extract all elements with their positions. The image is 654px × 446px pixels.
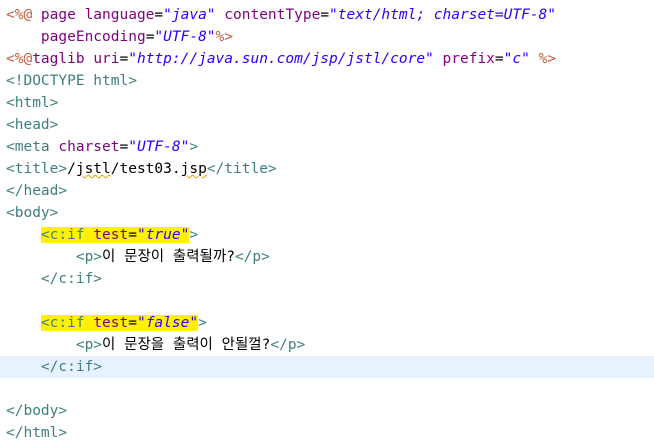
code-token: =: [320, 7, 330, 23]
code-token: pageEncoding: [6, 29, 146, 45]
code-token: uri: [93, 51, 120, 67]
code-token: /test03.: [110, 161, 181, 177]
code-token: <p>: [6, 249, 103, 265]
code-token: /: [67, 161, 76, 177]
code-line[interactable]: </c:if>: [6, 268, 654, 290]
code-token: >: [189, 139, 199, 155]
code-editor[interactable]: <%@ page language="java" contentType="te…: [0, 0, 654, 446]
code-line[interactable]: </head>: [6, 180, 654, 202]
code-token: =: [119, 51, 129, 67]
code-line[interactable]: <title>/jstl/test03.jsp</title>: [6, 158, 654, 180]
code-token: language: [84, 7, 155, 23]
code-token: =: [119, 139, 129, 155]
code-line[interactable]: <html>: [6, 92, 654, 114]
code-line[interactable]: pageEncoding="UTF-8"%>: [6, 26, 654, 48]
code-line[interactable]: </html>: [6, 422, 654, 444]
code-token: <meta: [6, 139, 59, 155]
code-token: =: [128, 227, 137, 243]
code-token: >: [189, 227, 199, 243]
code-token: contentType: [215, 7, 321, 23]
code-token: "c": [503, 51, 530, 67]
code-line[interactable]: <p>이 문장을 출력이 안될껄?</p>: [6, 334, 654, 356]
code-token: =: [128, 315, 137, 331]
code-token: page: [40, 7, 85, 23]
code-token: <%@: [6, 51, 33, 67]
code-token: %>: [215, 29, 233, 45]
code-token: %>: [529, 51, 557, 67]
code-token: </c:if>: [6, 359, 103, 375]
code-token: </title>: [206, 161, 277, 177]
code-token: <%@: [6, 7, 41, 23]
code-token: taglib: [32, 51, 94, 67]
code-line[interactable]: <%@ page language="java" contentType="te…: [6, 4, 654, 26]
code-line[interactable]: </c:if>: [6, 356, 654, 378]
code-line[interactable]: <%@taglib uri="http://java.sun.com/jsp/j…: [6, 48, 654, 70]
code-token: </body>: [6, 403, 68, 419]
code-token: jsp: [180, 161, 207, 177]
code-token: </head>: [6, 183, 68, 199]
code-token: charset: [58, 139, 120, 155]
code-line[interactable]: [6, 290, 654, 312]
code-token: 이 문장이 출력될까?: [102, 249, 235, 265]
code-token: =: [494, 51, 504, 67]
code-token: <title>: [6, 161, 68, 177]
code-token: =: [154, 7, 164, 23]
code-token: "http://java.sun.com/jsp/jstl/core": [128, 51, 434, 67]
code-token: <head>: [6, 117, 59, 133]
code-token: <c:if: [40, 315, 94, 331]
code-token: "false": [136, 315, 199, 331]
code-token: test: [93, 315, 129, 331]
code-line[interactable]: <head>: [6, 114, 654, 136]
code-token: prefix: [433, 51, 495, 67]
code-token: test: [93, 227, 129, 243]
code-line[interactable]: <c:if test="false">: [6, 312, 654, 334]
code-token: <!DOCTYPE html>: [6, 73, 137, 89]
code-token: "UTF-8": [128, 139, 190, 155]
code-line[interactable]: <p>이 문장이 출력될까?</p>: [6, 246, 654, 268]
code-token: <html>: [6, 95, 59, 111]
code-line[interactable]: <meta charset="UTF-8">: [6, 136, 654, 158]
code-token: <c:if: [40, 227, 94, 243]
code-token: "text/html; charset=UTF-8": [329, 7, 557, 23]
code-token: >: [198, 315, 207, 331]
code-token: </p>: [270, 337, 306, 353]
code-line[interactable]: [6, 378, 654, 400]
code-token: 이 문장을 출력이 안될껄?: [102, 337, 271, 353]
code-token: <body>: [6, 205, 59, 221]
code-token: jstl: [75, 161, 111, 177]
code-token: </p>: [234, 249, 270, 265]
code-line[interactable]: <c:if test="true">: [6, 224, 654, 246]
code-line[interactable]: </body>: [6, 400, 654, 422]
code-token: </c:if>: [6, 271, 103, 287]
code-line[interactable]: <!DOCTYPE html>: [6, 70, 654, 92]
code-area[interactable]: <%@ page language="java" contentType="te…: [0, 0, 654, 444]
code-token: </html>: [6, 425, 68, 441]
code-token: "UTF-8": [154, 29, 216, 45]
code-line[interactable]: <body>: [6, 202, 654, 224]
code-token: <p>: [6, 337, 103, 353]
code-token: "true": [136, 227, 190, 243]
code-token: "java": [163, 7, 216, 23]
